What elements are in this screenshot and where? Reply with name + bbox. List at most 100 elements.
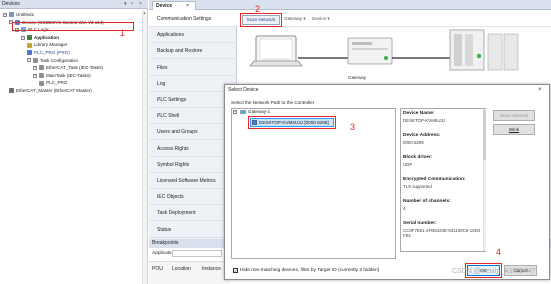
- devices-panel-title: Devices: [2, 1, 20, 7]
- scroll-up-icon[interactable]: ▴: [142, 10, 147, 15]
- dialog-close-icon[interactable]: ×: [538, 86, 542, 95]
- info-label: Device Address:: [403, 133, 441, 138]
- device-tree-row[interactable]: − Device (CODESYS Control Win V3 x64): [9, 19, 104, 26]
- tree-node-label: Application: [34, 34, 60, 40]
- info-label: Block driver:: [403, 155, 433, 160]
- nav-item[interactable]: Applications: [149, 27, 237, 44]
- tree-node-label: Untitled1: [16, 12, 35, 17]
- editor-tabbar: [149, 0, 551, 10]
- device-tree-row[interactable]: − Application: [21, 34, 59, 41]
- device-tree-row[interactable]: Library Manager: [27, 41, 67, 48]
- tree-node-label: MainTask (IEC-Tasks): [46, 72, 91, 78]
- pin-icon[interactable]: ᵖ: [131, 0, 133, 9]
- tree-node-label: Device (CODESYS Control Win V3 x64): [22, 19, 104, 25]
- tree-node-icon: [9, 12, 14, 18]
- tree-expander-icon[interactable]: −: [33, 65, 37, 70]
- breakpoints-columns: [149, 261, 229, 284]
- tree-node-icon: [9, 88, 14, 94]
- device-tree-row[interactable]: EtherCAT_Master (EtherCAT Master): [9, 87, 92, 94]
- tree-node-icon: [27, 35, 32, 41]
- panel-dropdown-icon[interactable]: ▾: [124, 0, 127, 9]
- devices-panel: [0, 0, 148, 284]
- application-select[interactable]: [172, 250, 222, 257]
- plc-device-icon[interactable]: [449, 29, 519, 71]
- info-value: 4: [403, 206, 406, 211]
- tree-node-label: EtherCAT_Task (IEC-Tasks): [46, 65, 104, 71]
- column-location[interactable]: Location: [172, 266, 191, 272]
- column-pou[interactable]: POU: [152, 266, 163, 272]
- info-label: Device Name:: [403, 111, 435, 116]
- wink-button[interactable]: Wink: [493, 124, 535, 135]
- tree-collapse-icon[interactable]: −: [233, 110, 237, 114]
- tree-node-label: Library Manager: [34, 42, 68, 48]
- nav-item[interactable]: Backup and Restore: [149, 43, 237, 60]
- close-panel-icon[interactable]: ×: [139, 0, 142, 9]
- tab-device[interactable]: Device ×: [152, 1, 196, 10]
- annotation-3: 3: [350, 122, 356, 132]
- device-tree-row[interactable]: − Task Configuration: [27, 57, 78, 64]
- device-tree-row[interactable]: − Untitled1: [3, 11, 34, 18]
- device-tree-row[interactable]: PLC_PRG: [39, 79, 67, 86]
- tree-node-icon: [39, 65, 44, 71]
- info-value: CC8F7E51-4FB8423E-631100C6-16D2F83: [403, 228, 481, 238]
- scan-network-dialog-button[interactable]: Scan Network: [493, 110, 535, 121]
- devices-scrollbar[interactable]: [142, 10, 147, 284]
- tree-node-icon: [27, 50, 32, 56]
- tree-node-icon: [15, 19, 20, 25]
- tree-expander-icon[interactable]: −: [3, 12, 7, 17]
- devices-panel-header: Devices ▾ ᵖ ×: [0, 0, 148, 9]
- computer-icon: [249, 35, 303, 67]
- gateway-label: Gateway: [348, 75, 367, 80]
- tree-node-icon: [21, 27, 26, 33]
- device-tree-row[interactable]: − PLC Logic: [15, 26, 49, 33]
- nav-item[interactable]: Files: [149, 60, 237, 76]
- annotation-2: 2: [255, 4, 261, 14]
- device-breadcrumb[interactable]: Device ▾: [312, 15, 330, 23]
- info-label: Encrypted Communication:: [403, 177, 466, 182]
- info-value: UDP: [403, 162, 413, 167]
- tree-expander-icon[interactable]: −: [27, 58, 31, 63]
- annotation-4: 4: [496, 247, 502, 257]
- device-node-label: DESKTOP-KVM6U3J [0000.8296]: [259, 120, 329, 125]
- hide-non-matching-label: Hide non-matching devices, filter by Tar…: [240, 268, 380, 273]
- tree-node-icon: [33, 57, 38, 63]
- tab-close-icon[interactable]: ×: [186, 2, 189, 10]
- tree-node-icon: [27, 42, 32, 48]
- gateway-icon: [240, 109, 246, 115]
- device-tree-row[interactable]: − MainTask (IEC-Tasks): [33, 72, 91, 79]
- tree-node-icon: [39, 73, 44, 79]
- info-value: DESKTOP-KVM6U3J: [403, 118, 446, 123]
- gateway-device-icon[interactable]: [347, 37, 393, 65]
- tree-node-icon: [39, 80, 44, 86]
- tree-expander-icon[interactable]: −: [9, 20, 13, 25]
- tab-device-label: Device: [156, 3, 173, 9]
- tree-node-label: PLC_PRG: [46, 80, 68, 86]
- dialog-subtitle: Select the Network Path to the Controlle…: [231, 100, 315, 105]
- network-path-tree: [231, 108, 396, 259]
- column-instance[interactable]: Instance: [202, 266, 221, 272]
- tree-expander-icon[interactable]: −: [15, 27, 19, 32]
- tree-node-label: PLC Logic: [28, 27, 50, 33]
- dialog-title: Select Device: [228, 87, 259, 93]
- annotation-1: 1: [120, 28, 126, 38]
- device-tree-row[interactable]: − EtherCAT_Task (IEC-Tasks): [33, 64, 103, 71]
- scan-network-button[interactable]: Scan Network: [242, 15, 280, 25]
- watermark: CSDN @weixin_43783447: [452, 268, 536, 275]
- tree-node-label: Task Configuration: [40, 57, 79, 63]
- network-diagram: [249, 29, 519, 71]
- info-label: Serial number:: [403, 221, 437, 226]
- gateway-breadcrumb[interactable]: Gateway ▾: [284, 15, 306, 23]
- tree-expander-icon[interactable]: −: [21, 35, 25, 40]
- gateway-node-label[interactable]: Gateway-1: [248, 109, 270, 115]
- info-scroll-thumb[interactable]: [483, 110, 486, 160]
- tree-expander-icon[interactable]: −: [33, 73, 37, 78]
- tree-node-label: PLC_PRG (PRG): [34, 50, 70, 55]
- info-value: 0000.8296: [403, 140, 424, 145]
- info-label: Number of channels:: [403, 199, 451, 204]
- nav-item[interactable]: Communication Settings: [149, 11, 237, 27]
- hide-non-matching-checkbox[interactable]: ✓: [233, 268, 238, 273]
- device-tree-row[interactable]: PLC_PRG (PRG): [27, 49, 70, 56]
- tree-node-label: EtherCAT_Master (EtherCAT Master): [16, 88, 92, 93]
- info-value: TLS supported: [403, 184, 432, 189]
- device-node-icon: [252, 120, 257, 125]
